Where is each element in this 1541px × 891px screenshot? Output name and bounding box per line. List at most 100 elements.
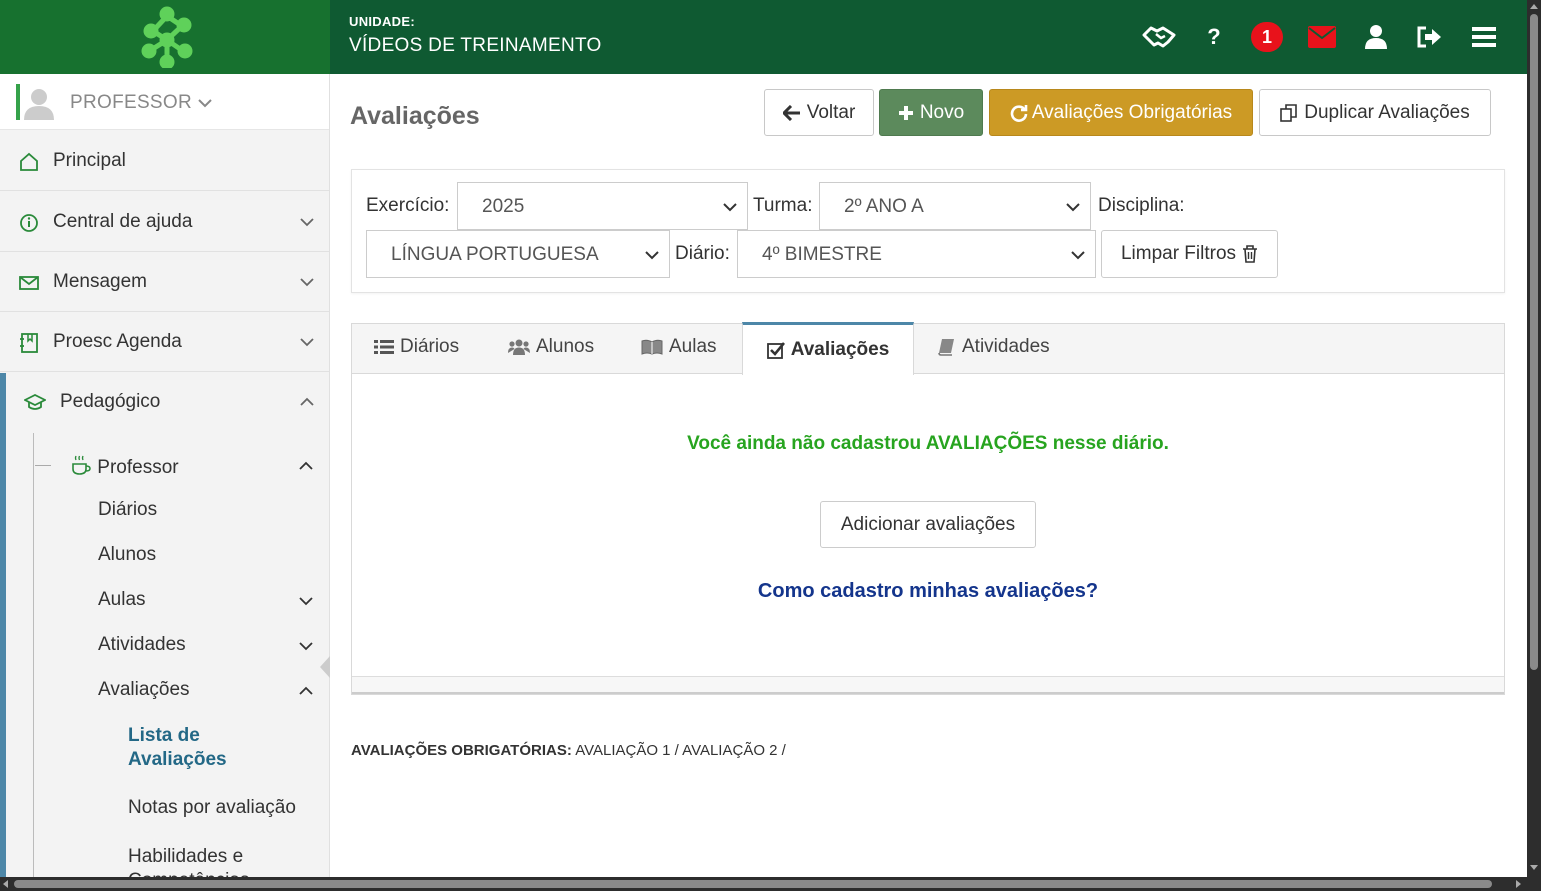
vertical-scroll-thumb[interactable] (1530, 14, 1538, 670)
sidebar-item-principal[interactable]: Principal (0, 131, 329, 191)
back-button[interactable]: Voltar (764, 89, 874, 136)
scroll-up-arrow[interactable] (1530, 4, 1538, 9)
mail-icon[interactable] (1305, 22, 1339, 52)
unit-info: UNIDADE: VÍDEOS DE TREINAMENTO (349, 14, 602, 57)
profile-label: PROFESSOR (70, 92, 212, 114)
scroll-left-arrow[interactable] (3, 880, 8, 888)
trash-icon (1243, 245, 1258, 263)
chevron-down-icon (1066, 203, 1080, 212)
clear-filters-button[interactable]: Limpar Filtros (1101, 230, 1278, 278)
sidebar-item-aulas[interactable]: Aulas (98, 589, 146, 611)
new-button[interactable]: Novo (879, 89, 983, 136)
graduation-cap-icon (24, 393, 46, 410)
disciplina-label: Disciplina: (1098, 195, 1185, 216)
chevron-down-icon (723, 203, 737, 212)
sidebar-item-alunos[interactable]: Alunos (98, 544, 156, 566)
chevron-down-icon (197, 99, 212, 108)
chevron-down-icon[interactable] (299, 639, 313, 653)
chevron-down-icon (645, 251, 659, 260)
mandatory-value: AVALIAÇÃO 1 / AVALIAÇÃO 2 / (575, 742, 786, 759)
envelope-icon (19, 276, 39, 290)
sidebar-item-avaliacoes[interactable]: Avaliações (98, 679, 190, 701)
help-link[interactable]: Como cadastro minhas avaliações? (352, 580, 1504, 603)
sidebar-item-atividades[interactable]: Atividades (98, 634, 186, 656)
vertical-scrollbar[interactable] (1527, 0, 1541, 877)
tab-diarios[interactable]: Diários (374, 336, 459, 358)
mandatory-evaluations-info: AVALIAÇÕES OBRIGATÓRIAS: AVALIAÇÃO 1 / A… (351, 742, 786, 759)
diario-select[interactable]: 4º BIMESTRE (737, 230, 1096, 278)
chevron-down-icon (300, 338, 314, 347)
tab-avaliacoes[interactable]: Avaliações (742, 322, 914, 375)
help-icon[interactable]: ? (1197, 22, 1231, 52)
turma-select[interactable]: 2º ANO A (819, 182, 1091, 230)
scroll-right-arrow[interactable] (1516, 880, 1521, 888)
active-item-caret (320, 656, 330, 678)
unit-label: UNIDADE: (349, 14, 415, 29)
empty-message: Você ainda não cadastrou AVALIAÇÕES ness… (687, 433, 1169, 454)
sidebar-item-central-de-ajuda[interactable]: Central de ajuda (0, 192, 329, 252)
user-icon[interactable] (1359, 22, 1393, 52)
tree-line (33, 433, 34, 877)
diario-label: Diário: (675, 243, 730, 264)
sidebar-item-diarios[interactable]: Diários (98, 499, 157, 521)
top-header: UNIDADE: VÍDEOS DE TREINAMENTO ? 1 (0, 0, 1527, 74)
sidebar-item-habilidades[interactable]: Habilidades e Competências (128, 845, 318, 877)
plus-icon (898, 105, 913, 120)
notification-badge[interactable]: 1 (1250, 22, 1284, 52)
unit-name: VÍDEOS DE TREINAMENTO (349, 35, 602, 56)
tab-atividades[interactable]: Atividades (938, 336, 1050, 358)
sidebar-item-pedagogico[interactable]: Pedagógico (0, 372, 329, 432)
profile-selector[interactable]: PROFESSOR (0, 74, 329, 130)
active-section-accent (0, 373, 6, 877)
mandatory-evaluations-button[interactable]: Avaliações Obrigatórias (989, 89, 1253, 136)
tab-alunos[interactable]: Alunos (508, 336, 594, 358)
sidebar-item-lista-de-avaliacoes[interactable]: Lista de Avaliações (128, 724, 227, 772)
menu-icon[interactable] (1467, 22, 1501, 52)
agenda-icon (20, 333, 38, 353)
chevron-down-icon (300, 278, 314, 287)
page-title: Avaliações (350, 102, 480, 130)
horizontal-scroll-thumb[interactable] (14, 880, 1492, 888)
logo-area (0, 0, 330, 74)
sidebar-item-professor[interactable]: Professor (70, 454, 179, 479)
sidebar-item-mensagem[interactable]: Mensagem (0, 252, 329, 312)
logo-icon[interactable] (138, 6, 196, 68)
chevron-down-icon[interactable] (299, 594, 313, 608)
chevron-down-icon (300, 218, 314, 227)
profile-accent (16, 84, 20, 120)
exercicio-select[interactable]: 2025 (457, 182, 748, 230)
coffee-cup-icon (72, 455, 91, 475)
chevron-down-icon (1071, 251, 1085, 260)
chevron-up-icon (300, 397, 314, 406)
home-icon (20, 152, 38, 171)
tabs-header: Diários Alunos Aulas Avaliações Atividad… (352, 322, 1504, 375)
tabs-footer (352, 676, 1504, 694)
chevron-up-icon[interactable] (299, 684, 313, 698)
tree-connector (35, 465, 51, 466)
copy-icon (1280, 103, 1298, 122)
tabs-panel: Diários Alunos Aulas Avaliações Atividad… (351, 322, 1505, 695)
avatar-icon (24, 89, 54, 120)
tab-aulas[interactable]: Aulas (641, 336, 717, 358)
horizontal-scrollbar[interactable] (0, 877, 1541, 891)
disciplina-select[interactable]: LÍNGUA PORTUGUESA (366, 230, 670, 278)
exercicio-label: Exercício: (366, 195, 450, 216)
logout-icon[interactable] (1412, 22, 1446, 52)
chevron-up-icon[interactable] (299, 459, 313, 473)
info-icon (20, 214, 38, 232)
scroll-down-arrow[interactable] (1530, 865, 1538, 870)
mandatory-label: AVALIAÇÕES OBRIGATÓRIAS: (351, 742, 572, 759)
add-evaluations-button[interactable]: Adicionar avaliações (820, 501, 1036, 548)
book-open-icon (641, 339, 663, 355)
arrow-left-icon (782, 104, 800, 121)
refresh-icon (1010, 104, 1028, 122)
check-square-icon (766, 342, 785, 359)
sidebar-item-notas-por-avaliacao[interactable]: Notas por avaliação (128, 797, 296, 819)
book-icon (938, 339, 954, 356)
duplicate-evaluations-button[interactable]: Duplicar Avaliações (1259, 89, 1491, 136)
turma-label: Turma: (753, 195, 813, 216)
sidebar-item-proesc-agenda[interactable]: Proesc Agenda (0, 312, 329, 372)
users-icon (508, 339, 530, 355)
sidebar: PROFESSOR Principal Central de ajuda Men… (0, 74, 330, 877)
handshake-icon[interactable] (1142, 22, 1176, 52)
